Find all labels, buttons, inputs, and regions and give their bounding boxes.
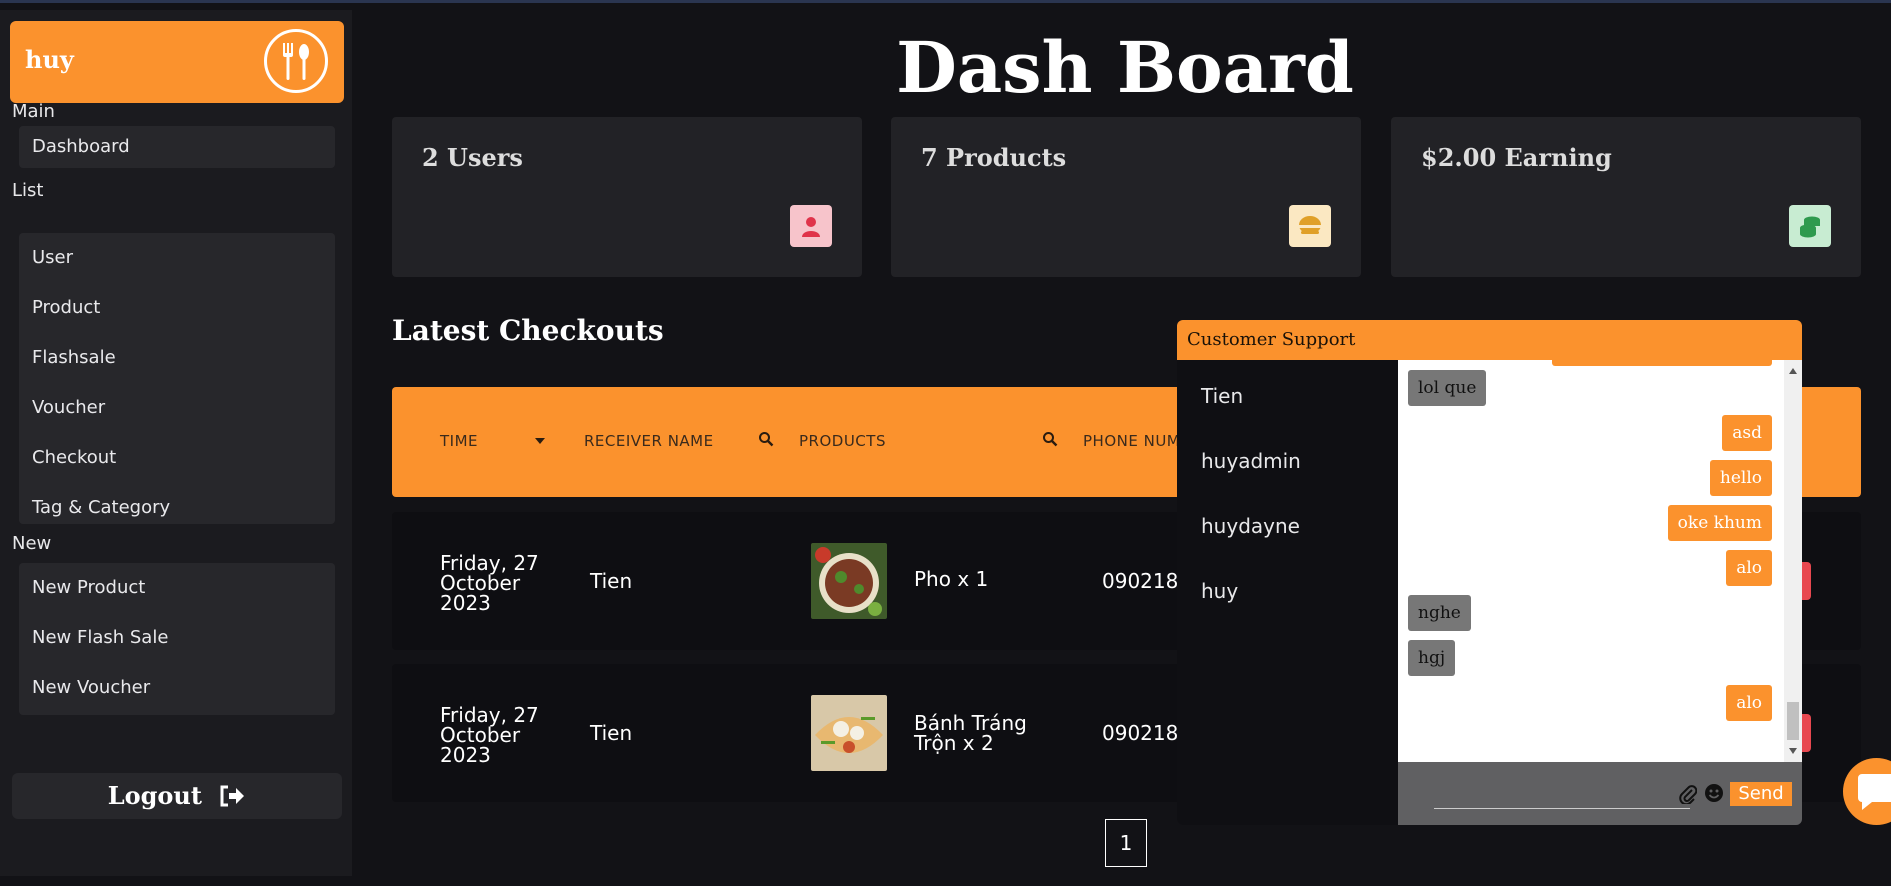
chat-scrollbar[interactable]	[1784, 360, 1802, 762]
chat-bubble-icon	[1857, 773, 1891, 810]
stat-card-earning: $2.00 Earning	[1391, 117, 1861, 277]
stat-users-text: 2 Users	[422, 143, 523, 172]
chat-scroll-thumb[interactable]	[1787, 702, 1799, 740]
sidebar-item-checkout[interactable]: Checkout	[19, 433, 335, 483]
chat-message: lol que	[1408, 370, 1487, 406]
chat-contact-list: Tien huyadmin huydayne huy	[1177, 360, 1398, 825]
chat-contact-tien[interactable]: Tien	[1201, 384, 1243, 408]
send-button[interactable]: Send	[1730, 782, 1792, 806]
section-label-main: Main	[12, 101, 55, 122]
brand-name: huy	[25, 45, 74, 74]
product-thumbnail	[811, 543, 887, 619]
search-icon[interactable]	[1042, 431, 1058, 447]
column-phone-number: PHONE NUM	[1083, 432, 1181, 450]
cell-product: Bánh Tráng Trộn x 2	[914, 711, 1027, 755]
chat-messages[interactable]: lol que asd hello oke khum alo nghe hgj …	[1398, 360, 1802, 762]
stat-earning-text: $2.00 Earning	[1421, 143, 1612, 172]
customer-support-chat: Customer Support Tien huyadmin huydayne …	[1177, 320, 1802, 825]
sidebar-item-new-product[interactable]: New Product	[19, 563, 335, 613]
chat-message: asd	[1722, 415, 1772, 451]
chat-contact-huyadmin[interactable]: huyadmin	[1201, 449, 1301, 473]
sidebar-item-user[interactable]: User	[19, 233, 335, 283]
section-label-list: List	[12, 180, 44, 201]
cell-time: Friday, 27 October 2023	[440, 551, 539, 615]
chat-message: hello	[1709, 460, 1772, 496]
stat-card-users: 2 Users	[392, 117, 862, 277]
stat-card-products: 7 Products	[891, 117, 1361, 277]
cell-receiver: Tien	[590, 569, 633, 593]
cell-phone: 090218	[1102, 721, 1179, 745]
sidebar-item-new-voucher[interactable]: New Voucher	[19, 663, 335, 713]
search-icon[interactable]	[758, 431, 774, 447]
cell-time: Friday, 27 October 2023	[440, 703, 539, 767]
column-products: PRODUCTS	[799, 432, 886, 450]
sidebar-item-new-flash-sale[interactable]: New Flash Sale	[19, 613, 335, 663]
user-icon	[790, 205, 832, 247]
brand-header[interactable]: huy	[10, 21, 344, 103]
cell-product: Pho x 1	[914, 567, 989, 591]
chat-message: oke khum	[1667, 505, 1772, 541]
sidebar-item-voucher[interactable]: Voucher	[19, 383, 335, 433]
cell-receiver: Tien	[590, 721, 633, 745]
logout-label: Logout	[107, 781, 202, 810]
product-thumbnail	[811, 695, 887, 771]
emoji-icon[interactable]	[1704, 783, 1724, 803]
page-title: Dash Board	[896, 26, 1354, 109]
stat-products-text: 7 Products	[921, 143, 1067, 172]
chat-message-input[interactable]	[1434, 772, 1690, 809]
sidebar-item-tag-category[interactable]: Tag & Category	[19, 483, 335, 533]
list-menu: User Product Flashsale Voucher Checkout …	[19, 233, 335, 524]
scroll-up-icon[interactable]	[1789, 368, 1797, 374]
column-time[interactable]: TIME	[440, 432, 478, 450]
chat-composer: Send	[1398, 762, 1802, 825]
sidebar-item-dashboard[interactable]: Dashboard	[19, 126, 335, 168]
chat-header-title[interactable]: Customer Support	[1177, 320, 1802, 360]
logout-button[interactable]: Logout	[12, 773, 342, 819]
cell-phone: 090218	[1102, 569, 1179, 593]
section-title-latest-checkouts: Latest Checkouts	[392, 314, 664, 347]
column-receiver-name: RECEIVER NAME	[584, 432, 714, 450]
chat-contact-huydayne[interactable]: huydayne	[1201, 514, 1300, 538]
chat-message: alo	[1726, 685, 1772, 721]
chat-message: hgj	[1408, 640, 1456, 676]
main-menu: Dashboard	[19, 126, 335, 168]
scroll-down-icon[interactable]	[1789, 748, 1797, 754]
coins-icon	[1789, 205, 1831, 247]
attach-icon[interactable]	[1679, 784, 1697, 804]
new-menu: New Product New Flash Sale New Voucher	[19, 563, 335, 715]
pagination-page-1[interactable]: 1	[1105, 819, 1147, 867]
chat-message-partial	[1552, 360, 1772, 366]
food-bowl-icon	[1289, 205, 1331, 247]
sidebar: huy Main Dashboard List User Product Fla…	[0, 10, 352, 876]
chat-contact-huy[interactable]: huy	[1201, 579, 1238, 603]
sort-down-icon[interactable]	[534, 437, 546, 445]
section-label-new: New	[12, 533, 52, 554]
logout-icon	[220, 785, 245, 807]
chat-message: nghe	[1408, 595, 1471, 631]
chat-message: alo	[1726, 550, 1772, 586]
window-top-border	[0, 0, 1891, 3]
restaurant-logo-icon	[264, 29, 328, 93]
sidebar-item-flashsale[interactable]: Flashsale	[19, 333, 335, 383]
sidebar-item-product[interactable]: Product	[19, 283, 335, 333]
